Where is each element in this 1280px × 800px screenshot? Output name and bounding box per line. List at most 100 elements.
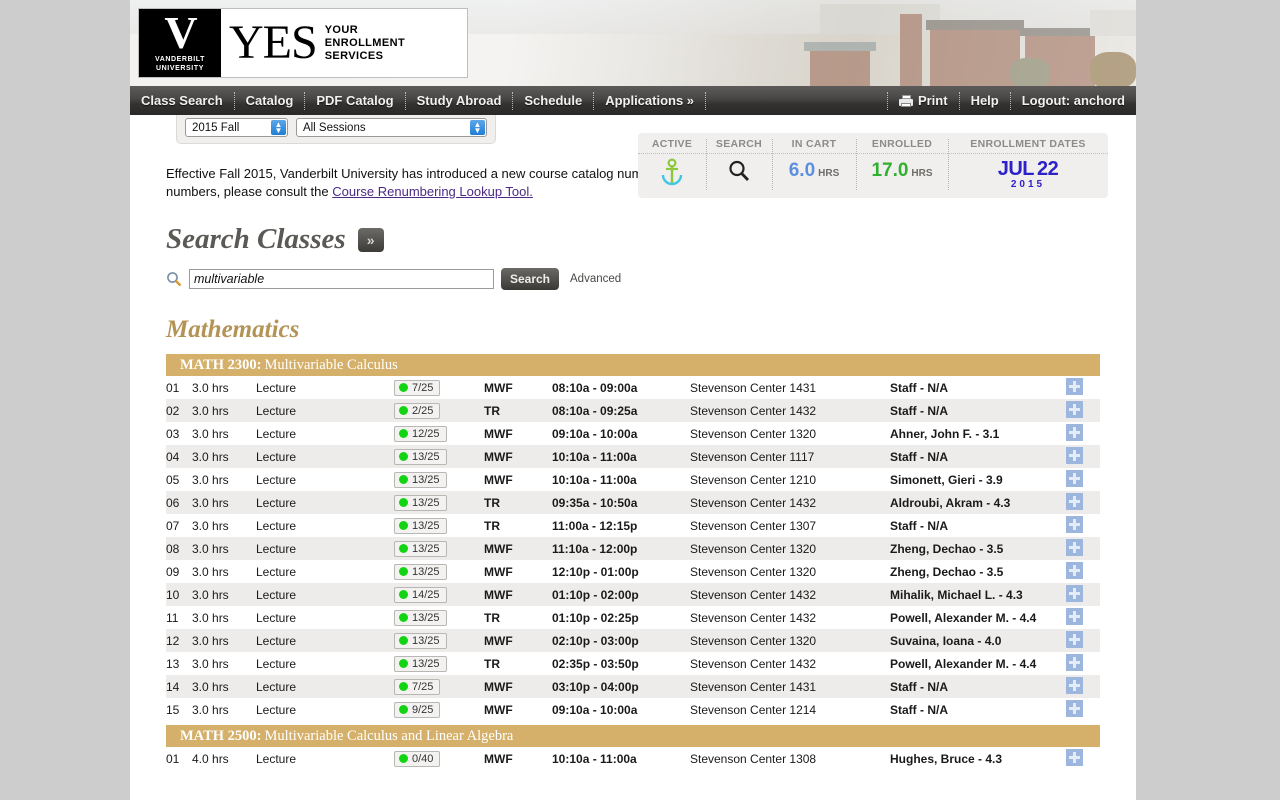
section-hours: 3.0 hrs xyxy=(192,633,229,648)
advanced-search-link[interactable]: Advanced xyxy=(570,273,621,285)
status-cart-units: HRS xyxy=(818,168,840,179)
section-hours: 3.0 hrs xyxy=(192,472,229,487)
add-section-button[interactable] xyxy=(1066,376,1100,399)
add-section-button[interactable] xyxy=(1066,468,1100,491)
section-instructor: Suvaina, Ioana - 4.0 xyxy=(890,633,1002,648)
add-section-button[interactable] xyxy=(1066,652,1100,675)
search-input[interactable] xyxy=(189,269,494,289)
plus-icon[interactable] xyxy=(1066,561,1083,579)
plus-icon[interactable] xyxy=(1066,538,1083,556)
status-in-cart[interactable]: IN CART 6.0 HRS xyxy=(772,133,856,198)
table-row[interactable]: 04 3.0 hrs Lecture 13/25 MWF 10:10a - 11:00a S… xyxy=(166,445,1100,468)
add-section-button[interactable] xyxy=(1066,675,1100,698)
availability-dot-icon xyxy=(399,682,408,691)
plus-icon[interactable] xyxy=(1066,584,1083,602)
nav-item-help[interactable]: Help xyxy=(960,86,1010,115)
add-section-button[interactable] xyxy=(1066,422,1100,445)
section-days: MWF xyxy=(484,380,513,395)
availability-dot-icon xyxy=(399,567,408,576)
add-section-button[interactable] xyxy=(1066,583,1100,606)
table-row[interactable]: 10 3.0 hrs Lecture 14/25 MWF 01:10p - 02:00p S… xyxy=(166,583,1100,606)
add-section-button[interactable] xyxy=(1066,747,1100,770)
term-bar: 2015 Fall ▲ ▼ All Sessions ▲ ▼ ACTIVE SE… xyxy=(130,112,1136,198)
nav-item-logout[interactable]: Logout: anchord xyxy=(1011,86,1136,115)
nav-item-print[interactable]: Print xyxy=(888,86,959,115)
section-instructor: Powell, Alexander M. - 4.4 xyxy=(890,656,1037,671)
plus-icon[interactable] xyxy=(1066,377,1083,395)
university-line-2: UNIVERSITY xyxy=(155,64,204,72)
term-select[interactable]: 2015 Fall ▲ ▼ xyxy=(185,118,288,137)
plus-icon[interactable] xyxy=(1066,400,1083,418)
add-section-button[interactable] xyxy=(1066,491,1100,514)
tagline-your: YOUR xyxy=(324,23,359,36)
add-section-button[interactable] xyxy=(1066,399,1100,422)
plus-icon[interactable] xyxy=(1066,676,1083,694)
nav-item-class-search[interactable]: Class Search xyxy=(130,86,234,115)
course-renumbering-link[interactable]: Course Renumbering Lookup Tool. xyxy=(332,184,533,199)
plus-icon[interactable] xyxy=(1066,630,1083,648)
table-row[interactable]: 05 3.0 hrs Lecture 13/25 MWF 10:10a - 11:00a S… xyxy=(166,468,1100,491)
section-days: TR xyxy=(484,403,500,418)
section-days: MWF xyxy=(484,541,513,556)
add-section-button[interactable] xyxy=(1066,560,1100,583)
table-row[interactable]: 06 3.0 hrs Lecture 13/25 TR 09:35a - 10:50a St… xyxy=(166,491,1100,514)
nav-item-study-abroad[interactable]: Study Abroad xyxy=(406,86,513,115)
section-days: MWF xyxy=(484,449,513,464)
table-row[interactable]: 01 4.0 hrs Lecture 0/40 MWF 10:10a - 11:00a St… xyxy=(166,747,1100,770)
add-section-button[interactable] xyxy=(1066,514,1100,537)
table-row[interactable]: 13 3.0 hrs Lecture 13/25 TR 02:35p - 03:50p St… xyxy=(166,652,1100,675)
status-search[interactable]: SEARCH xyxy=(706,133,772,198)
nav-item-schedule[interactable]: Schedule xyxy=(513,86,593,115)
add-section-button[interactable] xyxy=(1066,629,1100,652)
plus-icon[interactable] xyxy=(1066,748,1083,766)
session-select[interactable]: All Sessions ▲ ▼ xyxy=(295,118,487,137)
yes-logo[interactable]: V VANDERBILT UNIVERSITY YES YOUR ENROLLM… xyxy=(138,8,468,78)
table-row[interactable]: 02 3.0 hrs Lecture 2/25 TR 08:10a - 09:25a Ste… xyxy=(166,399,1100,422)
section-time: 01:10p - 02:25p xyxy=(552,610,639,625)
add-section-button[interactable] xyxy=(1066,606,1100,629)
nav-item-catalog[interactable]: Catalog xyxy=(235,86,305,115)
table-row[interactable]: 08 3.0 hrs Lecture 13/25 MWF 11:10a - 12:00p S… xyxy=(166,537,1100,560)
search-button[interactable]: Search xyxy=(501,268,559,290)
section-time: 12:10p - 01:00p xyxy=(552,564,639,579)
section-instructor: Staff - N/A xyxy=(890,679,948,694)
course-header[interactable]: MATH 2300: Multivariable Calculus xyxy=(166,354,1100,376)
term-selector-panel: 2015 Fall ▲ ▼ All Sessions ▲ ▼ xyxy=(176,112,496,144)
nav-item-applications[interactable]: Applications » xyxy=(594,86,705,115)
plus-icon[interactable] xyxy=(1066,423,1083,441)
table-row[interactable]: 01 3.0 hrs Lecture 7/25 MWF 08:10a - 09:00a St… xyxy=(166,376,1100,399)
nav-item-pdf-catalog[interactable]: PDF Catalog xyxy=(305,86,404,115)
status-enrolled[interactable]: ENROLLED 17.0 HRS xyxy=(856,133,948,198)
plus-icon[interactable] xyxy=(1066,699,1083,717)
add-section-button[interactable] xyxy=(1066,698,1100,721)
table-row[interactable]: 11 3.0 hrs Lecture 13/25 TR 01:10p - 02:25p St… xyxy=(166,606,1100,629)
plus-icon[interactable] xyxy=(1066,492,1083,510)
table-row[interactable]: 03 3.0 hrs Lecture 12/25 MWF 09:10a - 10:00a S… xyxy=(166,422,1100,445)
course-header[interactable]: MATH 2500: Multivariable Calculus and Lin… xyxy=(166,725,1100,747)
table-row[interactable]: 15 3.0 hrs Lecture 9/25 MWF 09:10a - 10:00a St… xyxy=(166,698,1100,721)
section-time: 08:10a - 09:00a xyxy=(552,380,638,395)
university-line-1: VANDERBILT xyxy=(154,56,206,63)
section-number: 02 xyxy=(166,403,180,418)
search-icon xyxy=(166,271,182,287)
availability-badge: 13/25 xyxy=(394,494,447,511)
table-row[interactable]: 14 3.0 hrs Lecture 7/25 MWF 03:10p - 04:00p St… xyxy=(166,675,1100,698)
section-time: 02:35p - 03:50p xyxy=(552,656,639,671)
table-row[interactable]: 09 3.0 hrs Lecture 13/25 MWF 12:10p - 01:00p S… xyxy=(166,560,1100,583)
plus-icon[interactable] xyxy=(1066,446,1083,464)
expand-search-button[interactable]: » xyxy=(357,227,384,252)
plus-icon[interactable] xyxy=(1066,607,1083,625)
plus-icon[interactable] xyxy=(1066,653,1083,671)
section-number: 07 xyxy=(166,518,180,533)
table-row[interactable]: 07 3.0 hrs Lecture 13/25 TR 11:00a - 12:15p St… xyxy=(166,514,1100,537)
status-active[interactable]: ACTIVE xyxy=(638,133,706,198)
add-section-button[interactable] xyxy=(1066,537,1100,560)
add-section-button[interactable] xyxy=(1066,445,1100,468)
section-type: Lecture xyxy=(256,449,297,464)
table-row[interactable]: 12 3.0 hrs Lecture 13/25 MWF 02:10p - 03:00p S… xyxy=(166,629,1100,652)
availability-badge: 13/25 xyxy=(394,563,447,580)
availability-badge: 13/25 xyxy=(394,448,447,465)
plus-icon[interactable] xyxy=(1066,515,1083,533)
status-enrollment-dates[interactable]: ENROLLMENT DATES JUL 22 2015 xyxy=(948,133,1108,198)
plus-icon[interactable] xyxy=(1066,469,1083,487)
